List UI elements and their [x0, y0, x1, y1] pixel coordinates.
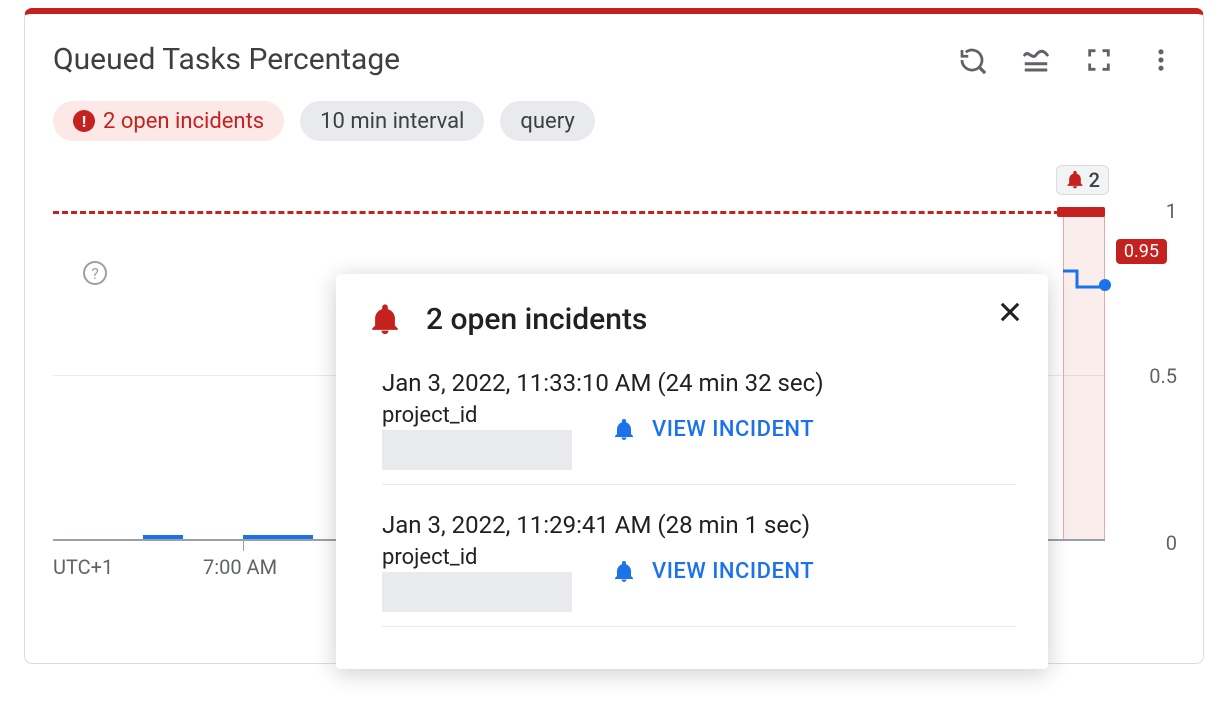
- chip-incidents-label: 2 open incidents: [103, 109, 264, 134]
- timezone-label: UTC+1: [53, 555, 113, 579]
- redacted-value: [382, 572, 572, 612]
- current-datapoint[interactable]: [1099, 279, 1111, 291]
- alert-band: [1063, 211, 1105, 539]
- divider: [382, 626, 1016, 627]
- y-tick: 1: [1166, 199, 1177, 223]
- incidents-popover: 2 open incidents Jan 3, 2022, 11:33:10 A…: [336, 274, 1048, 669]
- chip-incidents[interactable]: ! 2 open incidents: [53, 101, 284, 141]
- card-toolbar: [957, 45, 1175, 75]
- view-incident-link[interactable]: VIEW INCIDENT: [652, 417, 814, 442]
- incident-item: Jan 3, 2022, 11:29:41 AM (28 min 1 sec) …: [368, 503, 1016, 612]
- alert-band-top: [1057, 207, 1105, 217]
- chip-query[interactable]: query: [500, 101, 594, 141]
- incident-label: project_id: [382, 545, 572, 570]
- more-icon[interactable]: [1147, 46, 1175, 74]
- series-line: [243, 535, 313, 539]
- redacted-value: [382, 430, 572, 470]
- incident-label: project_id: [382, 403, 572, 428]
- y-axis: 1 0.5 0: [1117, 171, 1177, 561]
- chip-query-label: query: [520, 109, 574, 134]
- bell-icon: [612, 560, 636, 584]
- threshold-line: [53, 211, 1105, 214]
- divider: [382, 484, 1016, 485]
- popover-header: 2 open incidents: [368, 302, 1016, 337]
- y-tick: 0.5: [1149, 364, 1177, 388]
- bell-icon: [1065, 170, 1085, 190]
- chip-interval[interactable]: 10 min interval: [300, 101, 484, 141]
- x-tick: 7:00 AM: [203, 555, 277, 579]
- chip-interval-label: 10 min interval: [320, 109, 464, 134]
- chip-row: ! 2 open incidents 10 min interval query: [53, 101, 1175, 141]
- incident-time: Jan 3, 2022, 11:29:41 AM (28 min 1 sec): [382, 511, 1016, 539]
- card-header: Queued Tasks Percentage: [53, 42, 1175, 77]
- y-tick: 0: [1166, 531, 1177, 555]
- x-tick-mark: [243, 541, 244, 551]
- fullscreen-icon[interactable]: [1085, 46, 1113, 74]
- view-incident-link[interactable]: VIEW INCIDENT: [652, 559, 814, 584]
- legend-toggle-icon[interactable]: [1021, 45, 1051, 75]
- bell-icon: [612, 418, 636, 442]
- error-icon: !: [73, 110, 95, 132]
- close-icon[interactable]: [992, 294, 1028, 330]
- refresh-icon[interactable]: [957, 45, 987, 75]
- alert-count: 2: [1089, 168, 1100, 192]
- alert-count-badge[interactable]: 2: [1056, 165, 1109, 195]
- popover-title: 2 open incidents: [426, 302, 647, 337]
- bell-icon: [368, 303, 402, 337]
- card-title: Queued Tasks Percentage: [53, 42, 400, 77]
- help-icon[interactable]: ?: [83, 261, 107, 285]
- incident-time: Jan 3, 2022, 11:33:10 AM (24 min 32 sec): [382, 369, 1016, 397]
- series-line: [143, 535, 183, 539]
- incident-item: Jan 3, 2022, 11:33:10 AM (24 min 32 sec)…: [368, 361, 1016, 470]
